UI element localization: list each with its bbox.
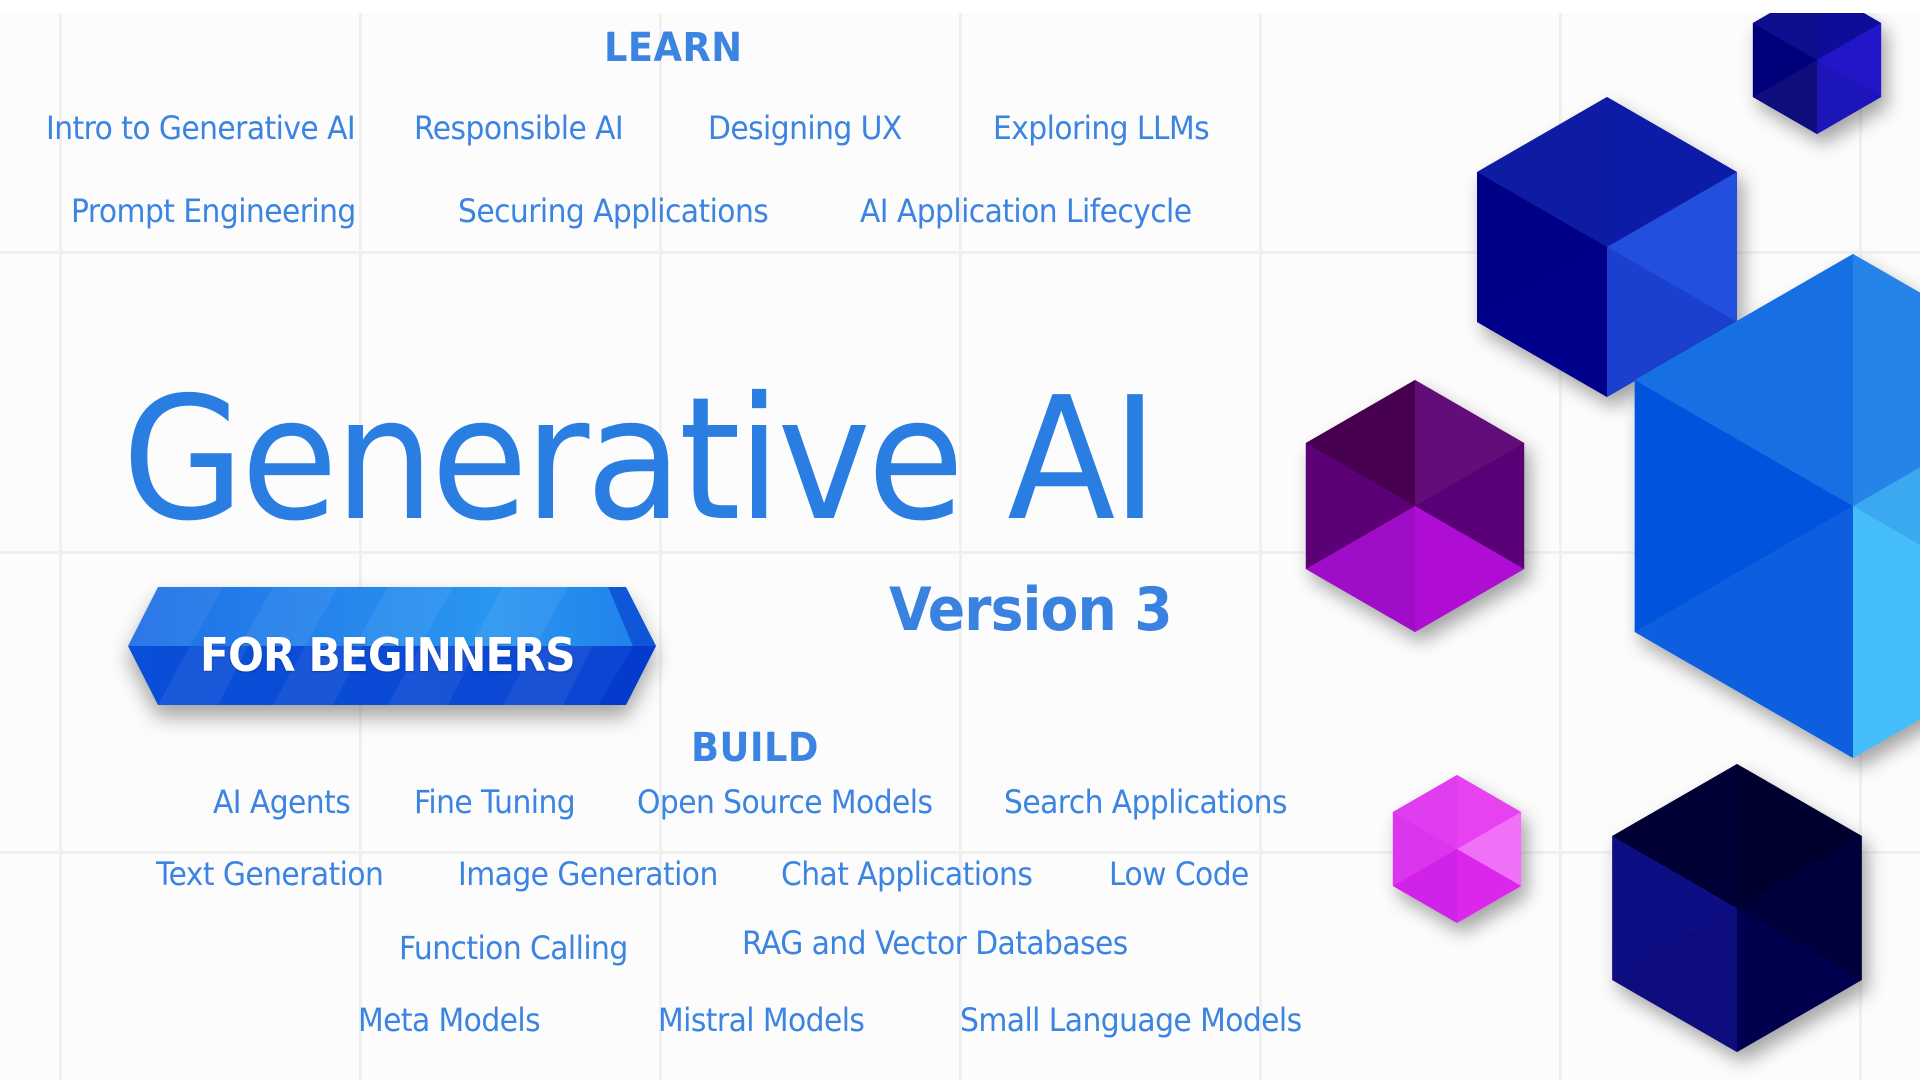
hexagon-cube-midnight-icon — [1612, 764, 1862, 1052]
hexagon-cube-purple-icon — [1305, 380, 1525, 632]
hexagon-cube-magenta-icon — [1392, 775, 1522, 923]
banner-canvas: LEARN Intro to Generative AI Responsible… — [0, 13, 1920, 1080]
hexagon-facet — [1853, 506, 1920, 758]
hexagon-decorations — [1305, 13, 1920, 1052]
hexagon-facet — [1853, 254, 1920, 506]
hexagon-cube-navy-small-icon — [1752, 13, 1882, 134]
